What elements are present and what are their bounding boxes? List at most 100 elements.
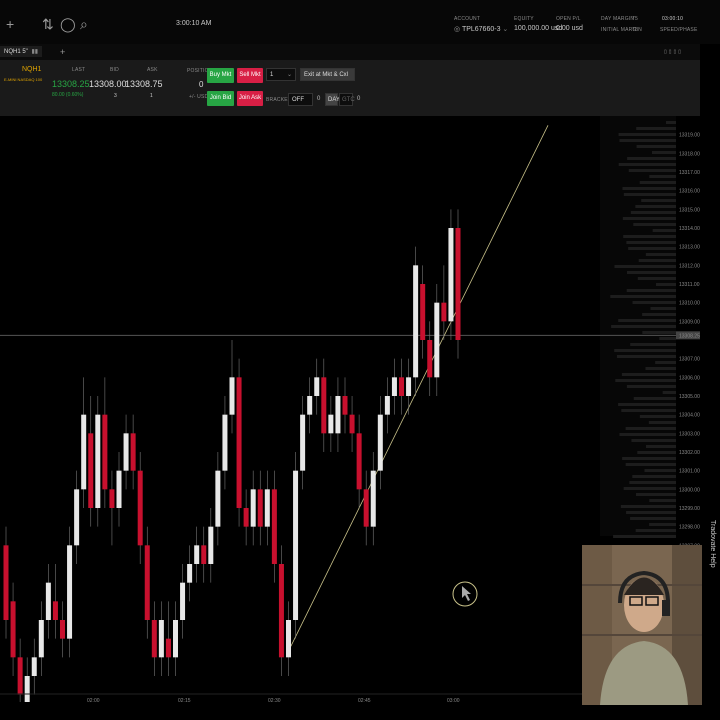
candle xyxy=(377,396,383,490)
candle-body xyxy=(399,377,404,396)
candle xyxy=(420,265,426,359)
candle-body xyxy=(286,620,291,658)
clock-time: 3:00:10 AM xyxy=(176,20,212,27)
candles xyxy=(3,209,461,702)
day-margin-label: DAY MARGIN xyxy=(601,16,635,22)
pl-label: +/- USD xyxy=(189,94,209,100)
volume-bar xyxy=(614,349,676,352)
position-value: 0 xyxy=(199,80,204,89)
volume-bar xyxy=(626,241,676,244)
bracket-zero-1: 0 xyxy=(317,96,321,102)
volume-bar xyxy=(627,157,676,160)
price-tick: 13316.00 xyxy=(679,189,700,195)
candle xyxy=(384,377,390,434)
tab-nqh1[interactable]: NQH1 5" ▮▮ xyxy=(0,46,43,57)
candle-body xyxy=(420,284,426,340)
volume-bar xyxy=(633,223,676,226)
candle-body xyxy=(335,396,341,434)
quantity-chevron-icon: ⌄ xyxy=(286,72,292,78)
candle xyxy=(427,321,433,396)
candle-body xyxy=(455,228,461,340)
candle-body xyxy=(95,414,101,508)
ask-price: 13308.75 xyxy=(125,79,163,89)
candle xyxy=(165,601,171,676)
volume-bar xyxy=(614,265,676,268)
volume-bar xyxy=(649,499,676,502)
last-label: LAST xyxy=(72,67,86,73)
volume-bar xyxy=(632,301,676,304)
day-tif-button[interactable]: DAY xyxy=(325,93,340,106)
volume-bar xyxy=(618,133,676,136)
plus-icon[interactable]: + xyxy=(6,17,14,31)
trendline[interactable] xyxy=(289,125,549,649)
symbol-code[interactable]: NQH1 xyxy=(22,66,41,73)
price-change: 80.00 (0.60%) xyxy=(52,92,84,98)
price-tick: 13311.00 xyxy=(679,282,700,288)
volume-bar xyxy=(618,403,676,406)
help-tab[interactable]: Tradovate Help xyxy=(702,520,718,640)
price-tick: 13301.00 xyxy=(679,469,700,475)
candle xyxy=(406,358,412,415)
sell-market-button[interactable]: Sell Mkt xyxy=(237,68,263,83)
volume-bar xyxy=(619,139,676,142)
price-tick: 13302.00 xyxy=(679,450,700,456)
candle-body xyxy=(384,396,390,415)
split-icon[interactable]: ⇅ xyxy=(42,17,54,31)
day-margin-value: 75 xyxy=(632,16,638,22)
candle xyxy=(137,452,143,564)
candle xyxy=(250,470,256,546)
candle-body xyxy=(88,433,94,508)
candle-body xyxy=(413,265,419,378)
candle-body xyxy=(165,638,171,658)
gtc-tif-button[interactable]: GTC xyxy=(339,93,355,106)
candle-body xyxy=(427,340,433,378)
candle xyxy=(363,470,369,546)
join-ask-button[interactable]: Join Ask xyxy=(237,91,263,106)
candle-body xyxy=(264,489,270,527)
account-value[interactable]: ◎ TPL67660-3 ⌄ xyxy=(454,25,508,33)
volume-bar xyxy=(655,283,676,286)
brackets-select[interactable]: OFF xyxy=(288,93,313,106)
volume-bar xyxy=(655,361,676,364)
exit-market-cancel-button[interactable]: Exit at Mkt & Cxl xyxy=(300,68,355,81)
candle xyxy=(335,377,341,452)
candle-body xyxy=(67,545,73,639)
candle-body xyxy=(10,601,16,658)
trendline-segment[interactable] xyxy=(289,125,549,649)
volume-bar xyxy=(662,391,676,394)
candle xyxy=(293,452,299,639)
candle-body xyxy=(250,489,256,527)
time-tick: 03:00 xyxy=(447,698,460,702)
candle-body xyxy=(215,470,221,527)
volume-bar xyxy=(637,277,676,280)
order-panel: NQH1 E-MINI NASDAQ 100 LAST 13308.25 80.… xyxy=(0,60,700,116)
quantity-stepper[interactable]: 1 ⌄ xyxy=(266,68,296,81)
chart-tools-icon[interactable]: ▯▯▯▯ xyxy=(664,49,683,55)
candle xyxy=(194,526,200,583)
top-toolbar: + ⇅ ◯ ⌕ 3:00:10 AM ACCOUNT ◎ TPL67660-3 … xyxy=(0,0,720,44)
price-tick: 13303.00 xyxy=(679,431,700,437)
candle xyxy=(264,470,270,546)
search-icon[interactable]: ⌕ xyxy=(80,17,88,31)
time-tick: 02:15 xyxy=(178,698,191,702)
candle-body xyxy=(52,601,58,620)
candle-body xyxy=(137,470,143,546)
candle xyxy=(38,601,44,676)
candle xyxy=(356,414,362,508)
price-tick: 13315.00 xyxy=(679,207,700,213)
join-bid-button[interactable]: Join Bid xyxy=(207,91,234,106)
volume-bar xyxy=(632,475,676,478)
candle-body xyxy=(236,377,242,508)
help-tab-label: Tradovate Help xyxy=(709,520,716,568)
candle-body xyxy=(271,489,277,564)
candle xyxy=(123,414,129,490)
buy-market-button[interactable]: Buy Mkt xyxy=(207,68,234,83)
candle-body xyxy=(130,433,136,471)
candle xyxy=(222,396,228,490)
volume-bar xyxy=(623,235,676,238)
add-tab-icon[interactable]: + xyxy=(60,45,65,59)
lightbulb-icon[interactable]: ◯ xyxy=(60,17,76,31)
session-clock: 03:00:10 xyxy=(662,16,684,22)
candle xyxy=(455,209,461,359)
volume-bar xyxy=(642,331,676,334)
